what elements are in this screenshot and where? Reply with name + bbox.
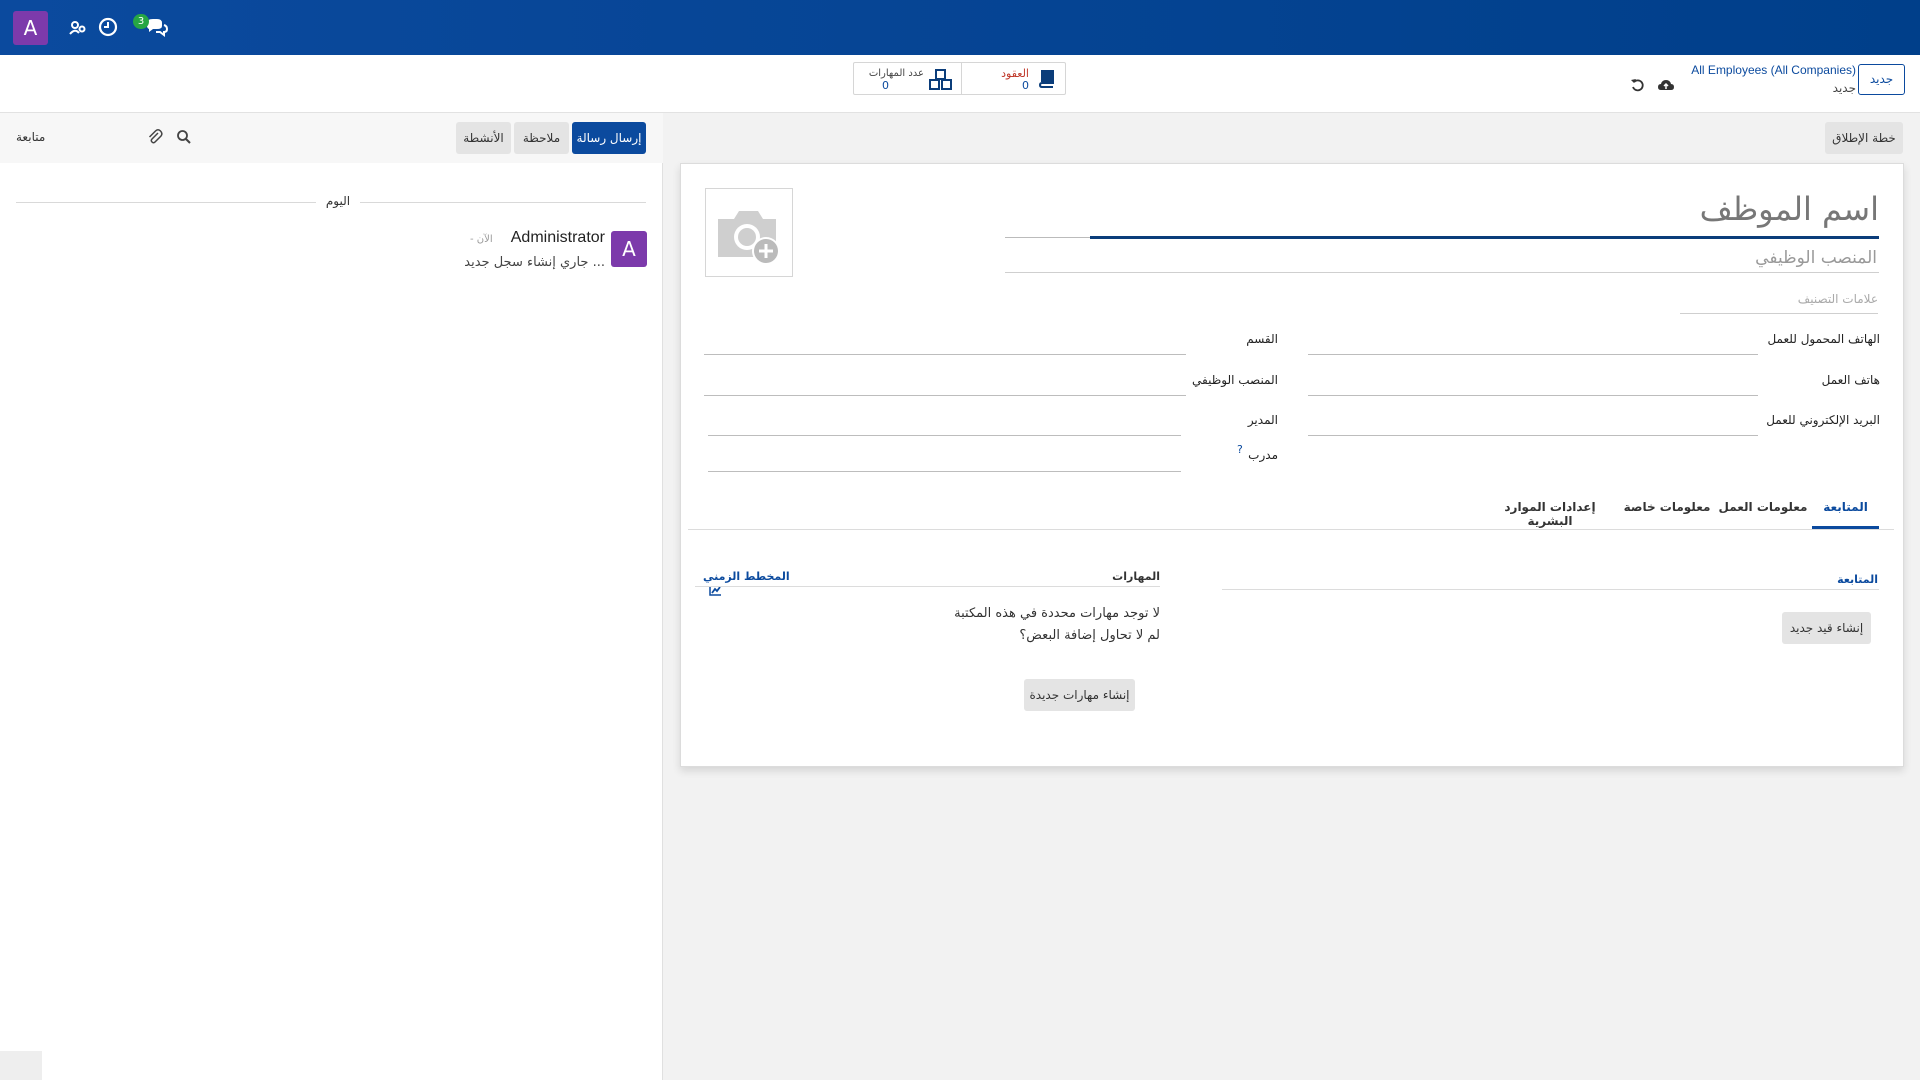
divider <box>360 202 646 203</box>
work-phone-input[interactable] <box>1308 395 1758 396</box>
department-input[interactable] <box>704 354 1186 355</box>
launch-plan-button[interactable]: خطة الإطلاق <box>1825 122 1903 154</box>
underline <box>1005 272 1879 273</box>
help-tooltip-icon[interactable]: ? <box>1237 443 1243 456</box>
tabs-divider <box>688 529 1894 530</box>
discard-icon[interactable] <box>1630 77 1646 93</box>
divider <box>695 586 1160 587</box>
work-mobile-label: الهاتف المحمول للعمل <box>1767 332 1880 346</box>
log-note-button[interactable]: ملاحظة <box>514 122 569 154</box>
create-skills-button[interactable]: إنشاء مهارات جديدة <box>1024 679 1135 711</box>
clock-icon[interactable] <box>97 17 119 39</box>
work-email-label: البريد الإلكتروني للعمل <box>1766 413 1880 427</box>
job-position-label: المنصب الوظيفي <box>1192 373 1278 387</box>
underline <box>1680 313 1878 314</box>
cloud-upload-icon[interactable] <box>1657 77 1675 93</box>
corner-widget[interactable] <box>0 1051 42 1080</box>
job-title-input[interactable]: المنصب الوظيفي <box>1200 248 1877 268</box>
message-body: جاري إنشاء سجل جديد ... <box>464 255 605 270</box>
skills-section-title: المهارات <box>1112 570 1160 583</box>
skills-empty-hint: لم لا تحاول إضافة البعض؟ <box>1019 628 1160 643</box>
tab-work-information[interactable]: معلومات العمل <box>1718 500 1808 514</box>
camera-plus-icon <box>718 211 780 265</box>
timeline-chart-link[interactable]: المخطط الزمني <box>703 570 803 596</box>
work-email-input[interactable] <box>1308 435 1758 436</box>
tags-input[interactable]: علامات التصنيف <box>1680 292 1878 306</box>
skills-count-label: عدد المهارات <box>868 68 924 79</box>
send-message-button[interactable]: إرسال رسالة <box>572 122 646 154</box>
message-author-avatar[interactable]: A <box>611 231 647 267</box>
user-avatar[interactable]: A <box>13 11 48 45</box>
smart-buttons: العقود 0 عدد المهارات 0 <box>853 62 1066 95</box>
focus-underline <box>1090 236 1879 239</box>
breadcrumb-current: جديد <box>1832 81 1856 95</box>
users-icon[interactable] <box>67 17 89 39</box>
job-position-input[interactable] <box>704 395 1186 396</box>
follow-button[interactable]: متابعة <box>16 130 45 144</box>
contracts-smart-button[interactable]: العقود 0 <box>961 63 1065 94</box>
skills-chart-label: المخطط الزمني <box>703 570 790 583</box>
date-separator: اليوم <box>325 194 351 208</box>
coach-input[interactable] <box>708 471 1181 472</box>
skills-empty-message: لا توجد مهارات محددة في هذه المكتبة <box>954 606 1160 621</box>
divider <box>1222 589 1879 590</box>
manager-label: المدير <box>1247 413 1278 427</box>
new-button[interactable]: جديد <box>1858 64 1905 95</box>
message-author[interactable]: Administrator <box>440 229 605 247</box>
message-time: - الآن <box>470 234 493 245</box>
coach-label: مدرب <box>1248 448 1278 462</box>
book-icon <box>1037 69 1055 88</box>
search-icon[interactable] <box>176 129 192 145</box>
tab-resume[interactable]: المتابعة <box>1812 500 1879 514</box>
skills-count: 0 <box>882 79 889 92</box>
cubes-icon[interactable] <box>928 69 954 91</box>
employee-photo-upload[interactable] <box>705 188 793 277</box>
form-statusbar <box>663 113 1920 163</box>
employee-name-input[interactable]: اسم الموظف <box>1005 190 1879 242</box>
work-mobile-input[interactable] <box>1308 354 1758 355</box>
create-resume-line-button[interactable]: إنشاء قيد جديد <box>1782 612 1871 644</box>
divider <box>16 202 316 203</box>
tab-hr-settings[interactable]: إعدادات الموارد البشرية <box>1486 500 1614 528</box>
messages-count-badge: 3 <box>133 14 149 29</box>
contracts-count: 0 <box>1022 79 1029 92</box>
department-label: القسم <box>1246 332 1278 346</box>
manager-input[interactable] <box>708 435 1181 436</box>
tab-private-information[interactable]: معلومات خاصة <box>1620 500 1714 514</box>
top-navbar <box>0 0 1920 55</box>
activities-button[interactable]: الأنشطة <box>456 122 511 154</box>
resume-section-title: المتابعة <box>1837 573 1878 586</box>
work-phone-label: هاتف العمل <box>1821 373 1880 387</box>
paperclip-icon[interactable] <box>146 128 164 146</box>
breadcrumb-parent[interactable]: All Employees (All Companies) <box>1600 63 1856 77</box>
